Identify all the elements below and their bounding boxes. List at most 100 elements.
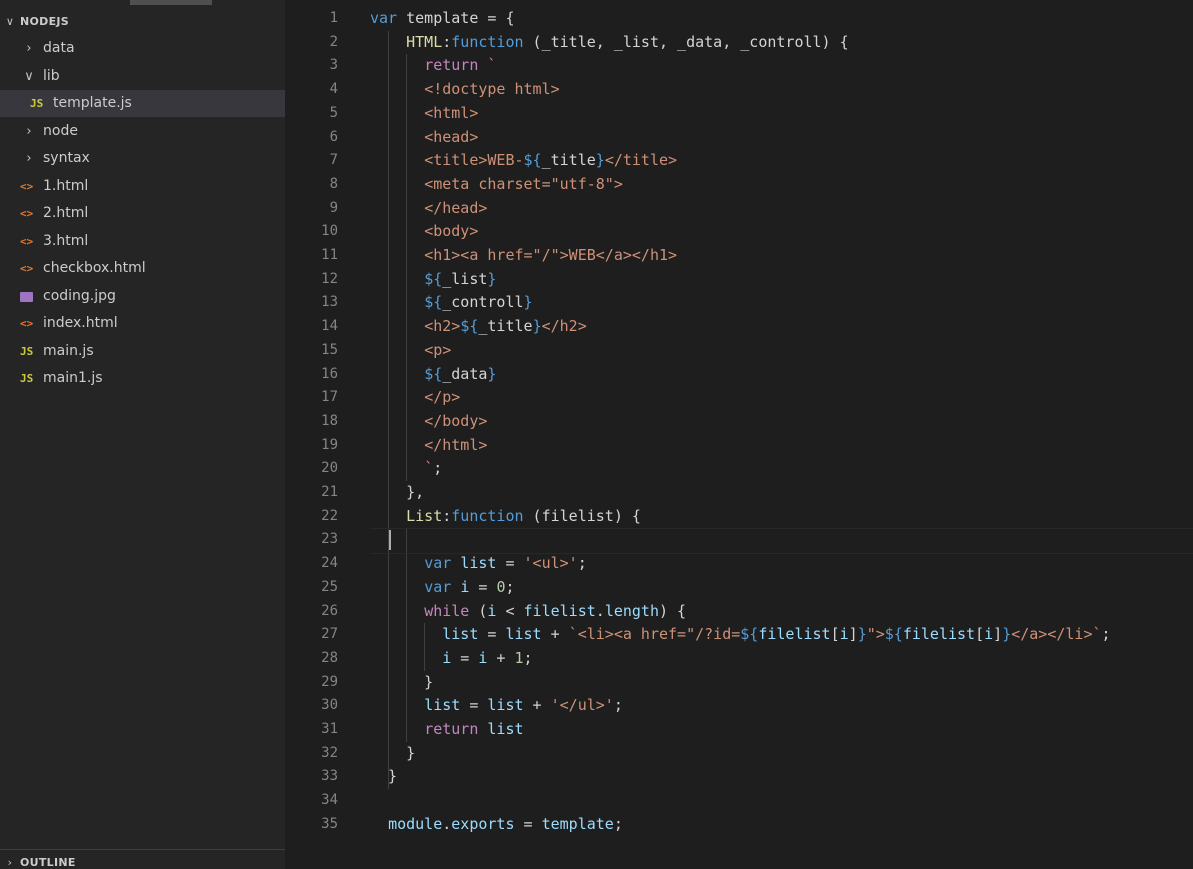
tree-item-label: 3.html	[43, 232, 89, 249]
tree-item-label: 2.html	[43, 205, 89, 221]
line-number: 4	[329, 81, 338, 98]
line-number: 20	[321, 460, 338, 477]
line-number: 25	[321, 578, 338, 595]
line-number: 6	[329, 128, 338, 145]
line-number: 27	[321, 626, 338, 643]
code-line[interactable]: <body>	[370, 220, 478, 244]
line-number: 32	[321, 744, 338, 761]
code-line[interactable]: HTML:function (_title, _list, _data, _co…	[370, 31, 849, 55]
code-line[interactable]: ${_list}	[370, 268, 496, 292]
code-line[interactable]: <head>	[370, 126, 478, 150]
code-line[interactable]: }	[370, 765, 397, 789]
line-number: 19	[321, 436, 338, 453]
line-number: 17	[321, 389, 338, 406]
tree-item-label: checkbox.html	[43, 260, 146, 276]
line-number: 28	[321, 649, 338, 666]
line-number: 18	[321, 412, 338, 429]
code-line[interactable]: ${_controll}	[370, 291, 532, 315]
line-number: 26	[321, 602, 338, 619]
code-line[interactable]: <title>WEB-${_title}</title>	[370, 149, 677, 173]
tree-item-3-html[interactable]: <> 3.html	[0, 228, 285, 255]
line-number: 16	[321, 365, 338, 382]
code-line[interactable]: var template = {	[370, 7, 515, 31]
code-line[interactable]: }	[370, 742, 415, 766]
sidebar-scrollbar[interactable]	[130, 0, 212, 5]
line-number: 8	[329, 175, 338, 192]
code-line[interactable]: </p>	[370, 386, 460, 410]
code-line[interactable]: </html>	[370, 434, 487, 458]
tree-item-index-html[interactable]: <> index.html	[0, 310, 285, 337]
line-number: 23	[321, 531, 338, 548]
code-line[interactable]: <h1><a href="/">WEB</a></h1>	[370, 244, 677, 268]
line-number: 33	[321, 768, 338, 785]
code-line[interactable]: ${_data}	[370, 363, 496, 387]
code-line[interactable]: list = list + `<li><a href="/?id=${filel…	[370, 623, 1110, 647]
code-line[interactable]: </head>	[370, 197, 487, 221]
code-line[interactable]: i = i + 1;	[370, 647, 532, 671]
code-line[interactable]: var list = '<ul>';	[370, 552, 587, 576]
line-number: 3	[329, 57, 338, 74]
tree-item-data[interactable]: › data	[0, 35, 285, 62]
tree-item-main-js[interactable]: JS main.js	[0, 338, 285, 365]
code-line[interactable]: }	[370, 671, 433, 695]
js-file-icon: JS	[30, 97, 44, 110]
section-header-outline[interactable]: › OUTLINE	[0, 852, 76, 869]
line-number: 12	[321, 270, 338, 287]
code-line[interactable]: return list	[370, 718, 523, 742]
tree-item-template-js[interactable]: JS template.js	[0, 90, 285, 117]
html-file-icon: <>	[20, 207, 34, 220]
outline-divider	[0, 849, 285, 850]
code-line[interactable]: list = list + '</ul>';	[370, 694, 623, 718]
tree-item-node[interactable]: › node	[0, 118, 285, 145]
code-line[interactable]: <!doctype html>	[370, 78, 559, 102]
js-file-icon: JS	[20, 344, 34, 358]
code-line[interactable]: while (i < filelist.length) {	[370, 600, 686, 624]
tree-item-coding-jpg[interactable]: coding.jpg	[0, 283, 285, 310]
tree-item-lib[interactable]: ∨ lib	[0, 63, 285, 90]
code-line[interactable]: },	[370, 481, 424, 505]
code-line[interactable]: <p>	[370, 339, 451, 363]
tree-item-checkbox-html[interactable]: <> checkbox.html	[0, 255, 285, 282]
tree-item-label: index.html	[43, 315, 118, 331]
code-line[interactable]: List:function (filelist) {	[370, 505, 641, 529]
tree-item-1-html[interactable]: <> 1.html	[0, 173, 285, 200]
section-header-nodejs[interactable]: ∨ NODEJS	[0, 11, 69, 33]
line-number: 24	[321, 555, 338, 572]
text-cursor	[389, 530, 391, 551]
line-number: 35	[321, 815, 338, 832]
line-number: 7	[329, 152, 338, 169]
current-line-highlight	[370, 528, 1193, 555]
html-file-icon: <>	[20, 262, 34, 275]
code-line[interactable]: return `	[370, 54, 496, 78]
code-editor[interactable]: 1 2 3 4 5 6 7 8 9 10 11 12 13 14 15 16 17 18 19 20 21 22 23 24 2…	[285, 0, 1193, 869]
code-line[interactable]	[370, 528, 388, 552]
chevron-right-icon: ›	[26, 123, 32, 139]
tree-item-2-html[interactable]: <> 2.html	[0, 200, 285, 227]
chevron-right-icon: ›	[26, 151, 32, 166]
tree-item-main1-js[interactable]: JS main1.js	[0, 365, 285, 392]
tree-item-label: template.js	[53, 95, 132, 111]
html-file-icon: <>	[20, 179, 34, 193]
image-file-icon	[20, 283, 33, 312]
html-file-icon: <>	[20, 234, 34, 248]
code-line[interactable]: <html>	[370, 102, 478, 126]
code-line[interactable]: </body>	[370, 410, 487, 434]
code-line[interactable]: module.exports = template;	[370, 813, 623, 837]
line-number: 9	[329, 199, 338, 216]
code-line[interactable]: <h2>${_title}</h2>	[370, 315, 587, 339]
line-number: 34	[321, 792, 338, 809]
tree-item-syntax[interactable]: › syntax	[0, 145, 285, 172]
chevron-down-icon: ∨	[24, 68, 34, 84]
line-number: 30	[321, 697, 338, 714]
line-number: 13	[321, 294, 338, 311]
tree-item-label: data	[43, 40, 75, 56]
code-line[interactable]: `;	[370, 457, 442, 481]
tree-item-label: coding.jpg	[43, 287, 116, 304]
code-line[interactable]: <meta charset="utf-8">	[370, 173, 623, 197]
line-number: 31	[321, 721, 338, 737]
line-number: 15	[321, 341, 338, 358]
line-number: 29	[321, 673, 338, 690]
chevron-right-icon: ›	[26, 41, 32, 56]
line-number: 21	[321, 484, 338, 500]
code-line[interactable]: var i = 0;	[370, 576, 514, 600]
